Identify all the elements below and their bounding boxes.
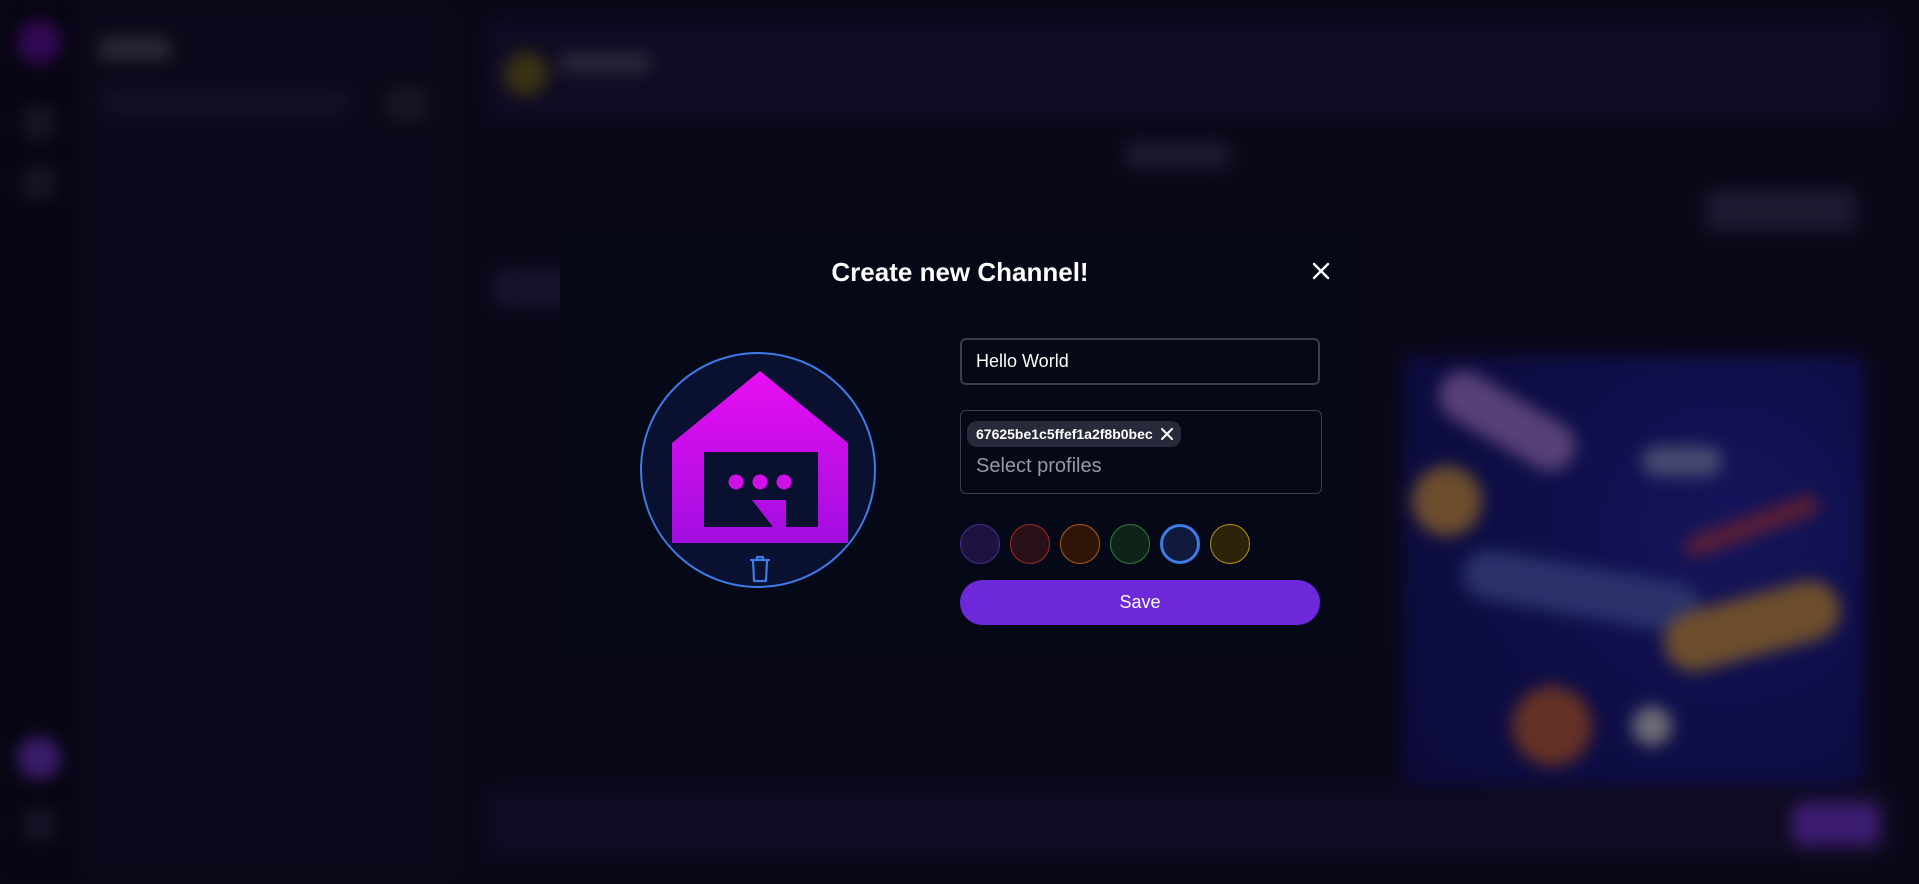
house-chat-icon [672,371,848,543]
color-swatch-blue[interactable] [1160,524,1200,564]
channel-name-input[interactable] [960,338,1320,385]
profile-chip-label: 67625be1c5ffef1a2f8b0bec [976,426,1153,442]
close-icon [1160,428,1173,440]
close-icon [1312,262,1330,280]
color-swatch-purple[interactable] [960,524,1000,564]
color-swatch-orange[interactable] [1060,524,1100,564]
save-button[interactable]: Save [960,580,1320,625]
modal-title: Create new Channel! [831,257,1089,287]
trash-icon[interactable] [749,555,771,583]
close-button[interactable] [1306,256,1336,286]
profiles-select[interactable]: 67625be1c5ffef1a2f8b0bec Select profiles [960,410,1322,494]
color-swatch-green[interactable] [1110,524,1150,564]
channel-avatar-preview[interactable] [640,352,876,588]
profile-chip: 67625be1c5ffef1a2f8b0bec [967,421,1181,447]
create-channel-modal: Create new Channel! 67625be1c5ffef [560,233,1360,655]
remove-profile-button[interactable] [1160,428,1173,440]
color-swatch-yellow[interactable] [1210,524,1250,564]
color-swatch-red[interactable] [1010,524,1050,564]
profiles-placeholder: Select profiles [976,455,1102,477]
